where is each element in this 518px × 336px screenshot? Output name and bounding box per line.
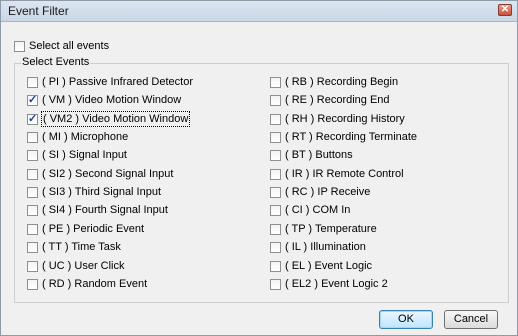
event-checkbox-row[interactable]: ( IL ) Illumination <box>270 240 366 254</box>
event-checkbox-label: ( VM2 ) Video Motion Window <box>40 111 191 128</box>
event-checkbox[interactable] <box>270 204 281 216</box>
event-checkbox-row[interactable]: ( PE ) Periodic Event <box>27 222 144 236</box>
event-checkbox[interactable] <box>27 260 38 272</box>
event-checkbox-row[interactable]: ( RC ) IP Receive <box>270 185 370 199</box>
event-checkbox-row[interactable]: ( MI ) Microphone <box>27 130 128 144</box>
event-checkbox[interactable] <box>27 93 38 107</box>
title-bar: Event Filter ✕ <box>1 1 517 22</box>
event-checkbox-row[interactable]: ( VM2 ) Video Motion Window <box>27 111 191 128</box>
event-checkbox-label: ( PE ) Periodic Event <box>42 223 145 236</box>
event-checkbox-label: ( SI ) Signal Input <box>42 149 127 162</box>
event-checkbox[interactable] <box>270 241 281 253</box>
ok-button[interactable]: OK <box>379 310 433 329</box>
select-events-group-label: Select Events <box>21 56 91 68</box>
event-checkbox-label: ( RC ) IP Receive <box>285 186 371 199</box>
event-checkbox-row[interactable]: ( IR ) IR Remote Control <box>270 167 404 181</box>
event-checkbox-label: ( IL ) Illumination <box>285 241 366 254</box>
event-checkbox-label: ( RE ) Recording End <box>285 94 390 107</box>
event-checkbox-label: ( UC ) User Click <box>42 260 125 273</box>
event-checkbox[interactable] <box>27 223 38 235</box>
event-checkbox-label: ( MI ) Microphone <box>42 131 129 144</box>
event-checkbox-row[interactable]: ( UC ) User Click <box>27 259 125 273</box>
event-checkbox-row[interactable]: ( BT ) Buttons <box>270 148 353 162</box>
event-checkbox[interactable] <box>270 223 281 235</box>
event-checkbox-row[interactable]: ( VM ) Video Motion Window <box>27 93 181 107</box>
event-checkbox[interactable] <box>27 241 38 253</box>
event-checkbox-row[interactable]: ( RT ) Recording Terminate <box>270 130 417 144</box>
event-checkbox-label: ( SI2 ) Second Signal Input <box>42 168 174 181</box>
event-checkbox-label: ( PI ) Passive Infrared Detector <box>42 76 193 89</box>
event-checkbox[interactable] <box>27 186 38 198</box>
event-checkbox-label: ( VM ) Video Motion Window <box>42 94 182 107</box>
event-checkbox[interactable] <box>27 149 38 161</box>
event-checkbox[interactable] <box>27 204 38 216</box>
event-checkbox-label: ( RT ) Recording Terminate <box>285 131 418 144</box>
select-all-label: Select all events <box>29 40 110 53</box>
event-checkbox-label: ( EL2 ) Event Logic 2 <box>285 278 388 291</box>
event-checkbox-label: ( BT ) Buttons <box>285 149 353 162</box>
event-checkbox-row[interactable]: ( SI3 ) Third Signal Input <box>27 185 161 199</box>
event-checkbox-row[interactable]: ( SI2 ) Second Signal Input <box>27 167 173 181</box>
event-checkbox-label: ( CI ) COM In <box>285 204 351 217</box>
event-checkbox-label: ( RB ) Recording Begin <box>285 76 399 89</box>
select-all-checkbox[interactable] <box>14 40 25 52</box>
event-checkbox[interactable] <box>27 278 38 290</box>
event-checkbox[interactable] <box>27 112 38 126</box>
event-checkbox-label: ( EL ) Event Logic <box>285 260 373 273</box>
event-checkbox[interactable] <box>270 113 281 125</box>
event-checkbox-row[interactable]: ( CI ) COM In <box>270 203 350 217</box>
event-checkbox[interactable] <box>270 278 281 290</box>
event-checkbox-row[interactable]: ( RB ) Recording Begin <box>270 75 398 89</box>
event-checkbox[interactable] <box>270 149 281 161</box>
event-checkbox-label: ( TT ) Time Task <box>42 241 121 254</box>
event-checkbox[interactable] <box>27 131 38 143</box>
event-checkbox[interactable] <box>270 260 281 272</box>
event-checkbox-row[interactable]: ( RD ) Random Event <box>27 277 147 291</box>
event-checkbox-label: ( TP ) Temperature <box>285 223 377 236</box>
event-checkbox-row[interactable]: ( TP ) Temperature <box>270 222 377 236</box>
event-checkbox[interactable] <box>270 131 281 143</box>
event-checkbox[interactable] <box>27 76 38 88</box>
event-checkbox-row[interactable]: ( PI ) Passive Infrared Detector <box>27 75 193 89</box>
event-filter-dialog: Event Filter ✕ Select all events Select … <box>0 0 518 336</box>
event-checkbox-row[interactable]: ( TT ) Time Task <box>27 240 121 254</box>
window-title: Event Filter <box>8 4 69 18</box>
event-checkbox-row[interactable]: ( SI ) Signal Input <box>27 148 127 162</box>
event-checkbox-row[interactable]: ( RE ) Recording End <box>270 93 390 107</box>
event-checkbox[interactable] <box>270 186 281 198</box>
event-checkbox[interactable] <box>270 94 281 106</box>
event-checkbox[interactable] <box>270 168 281 180</box>
event-checkbox-row[interactable]: ( EL ) Event Logic <box>270 259 372 273</box>
event-checkbox-row[interactable]: ( RH ) Recording History <box>270 112 405 126</box>
event-checkbox-label: ( IR ) IR Remote Control <box>285 168 404 181</box>
select-all-checkbox-row[interactable]: Select all events <box>14 39 109 53</box>
cancel-button[interactable]: Cancel <box>444 310 498 329</box>
event-checkbox[interactable] <box>27 168 38 180</box>
event-checkbox-label: ( RH ) Recording History <box>285 113 405 126</box>
event-checkbox-label: ( RD ) Random Event <box>42 278 148 291</box>
event-checkbox-row[interactable]: ( EL2 ) Event Logic 2 <box>270 277 388 291</box>
event-checkbox[interactable] <box>270 76 281 88</box>
event-checkbox-label: ( SI4 ) Fourth Signal Input <box>42 204 168 217</box>
close-icon[interactable]: ✕ <box>498 4 512 16</box>
event-checkbox-row[interactable]: ( SI4 ) Fourth Signal Input <box>27 203 168 217</box>
event-checkbox-label: ( SI3 ) Third Signal Input <box>42 186 162 199</box>
